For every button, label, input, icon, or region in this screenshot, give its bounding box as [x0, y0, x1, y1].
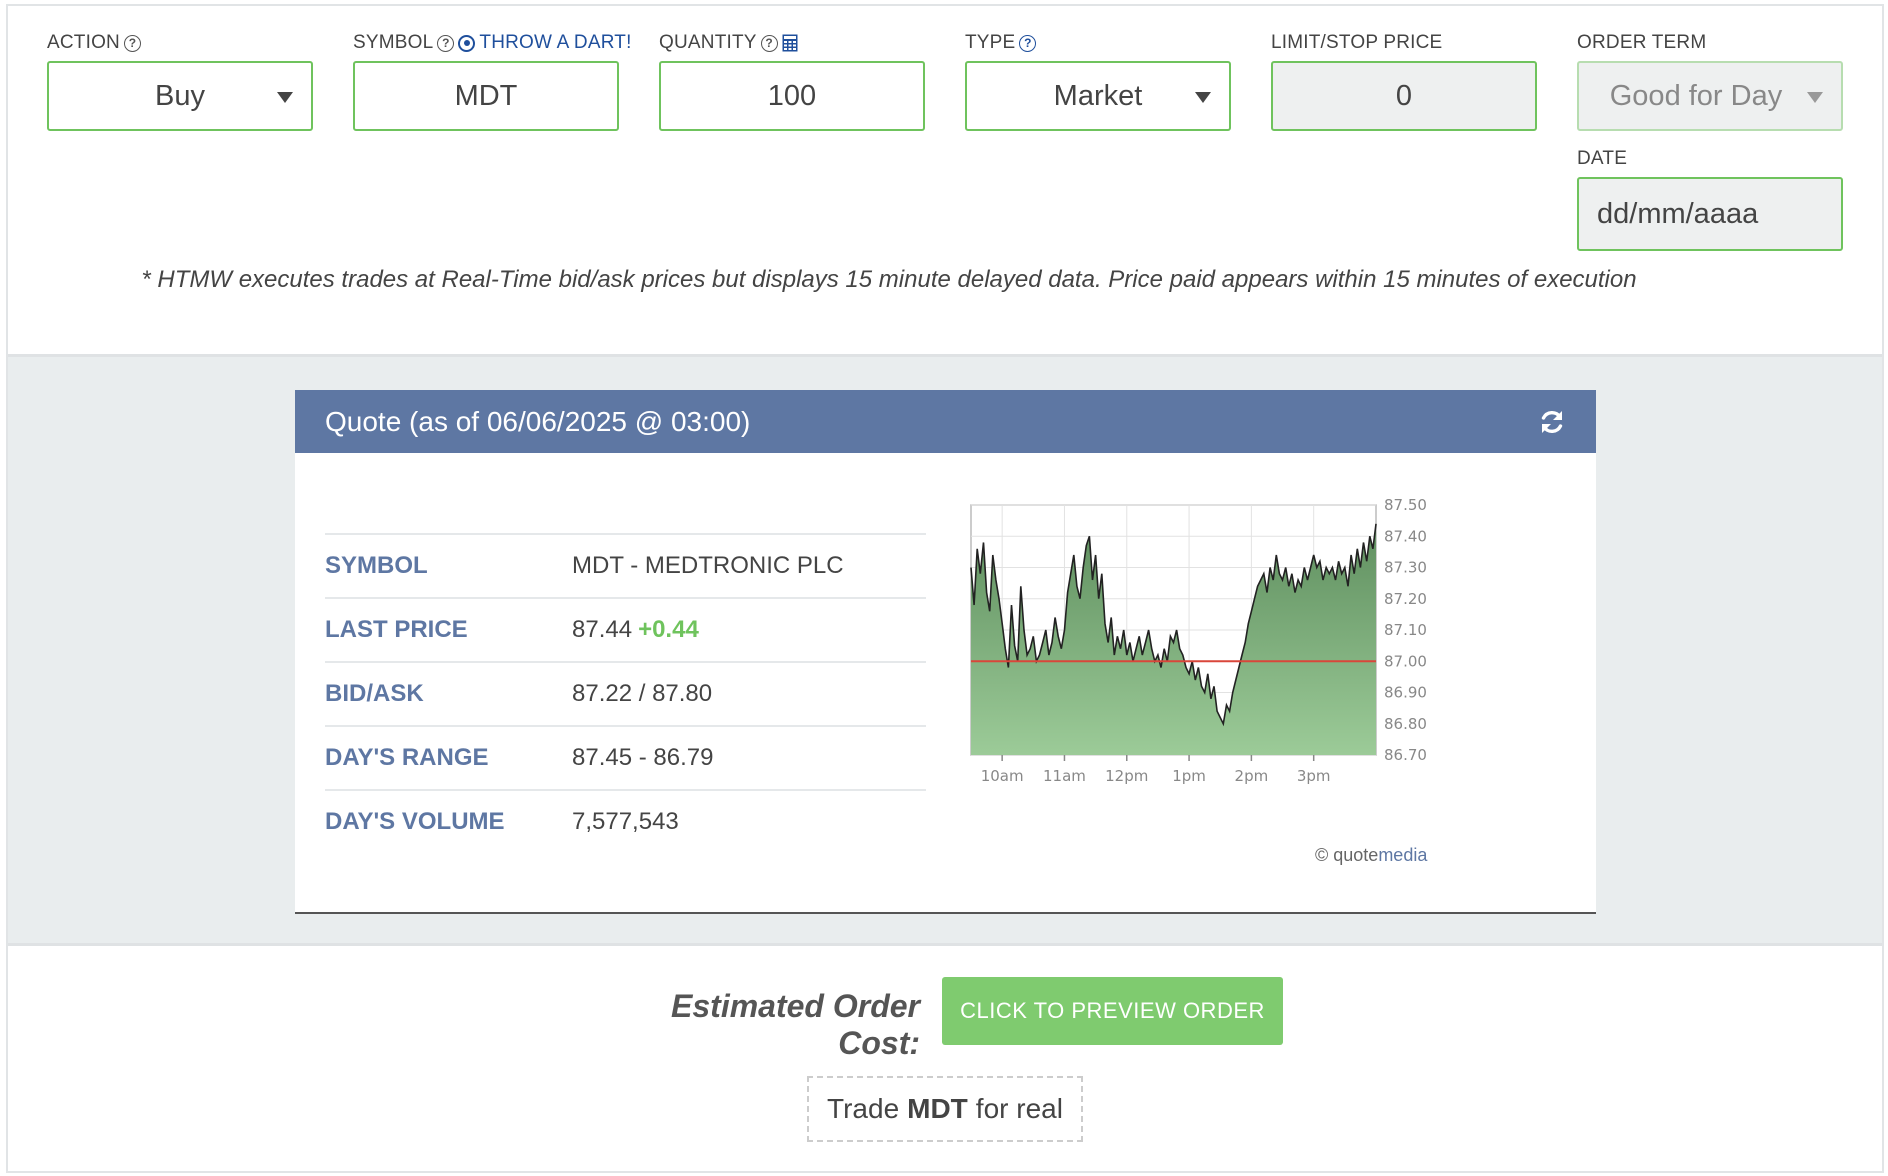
trade-for-real-link[interactable]: Trade MDT for real [807, 1076, 1083, 1142]
x-tick-label: 2pm [1235, 767, 1269, 785]
date-placeholder: dd/mm/aaaa [1597, 197, 1759, 230]
trade-suffix: for real [975, 1093, 1063, 1124]
symbol-field-label: SYMBOL ? THROW A DART! [353, 31, 632, 55]
action-label: ACTION [47, 32, 120, 53]
y-tick-label: 86.90 [1384, 684, 1427, 702]
order-term-value: Good for Day [1609, 79, 1783, 112]
quote-row-symbol: SYMBOL MDT - MEDTRONIC PLC [325, 533, 926, 597]
order-term-label: ORDER TERM [1577, 32, 1707, 53]
y-tick-label: 86.80 [1384, 715, 1427, 733]
quote-row-label: DAY'S RANGE [325, 744, 489, 771]
symbol-label: SYMBOL [353, 32, 434, 53]
y-tick-label: 87.50 [1384, 496, 1427, 514]
y-tick-label: 87.20 [1384, 590, 1427, 608]
estimated-order-cost-label: Estimated Order Cost: [671, 988, 920, 1061]
x-tick-label: 3pm [1297, 767, 1331, 785]
x-tick-label: 10am [981, 767, 1024, 785]
help-icon[interactable]: ? [123, 34, 141, 52]
type-field-label: TYPE ? [965, 31, 1037, 55]
limit-price-input[interactable]: 0 [1271, 61, 1537, 131]
chevron-down-icon [277, 92, 293, 103]
limit-value: 0 [1395, 79, 1413, 112]
quote-row-label: SYMBOL [325, 552, 428, 579]
chevron-down-icon [1195, 92, 1211, 103]
y-tick-label: 87.10 [1384, 621, 1427, 639]
help-icon[interactable]: ? [760, 34, 778, 52]
action-value: Buy [155, 79, 205, 112]
x-tick-label: 11am [1043, 767, 1086, 785]
x-tick-label: 1pm [1172, 767, 1206, 785]
action-select[interactable]: Buy [47, 61, 313, 131]
limit-field-label: LIMIT/STOP PRICE [1271, 31, 1442, 55]
trade-symbol: MDT [907, 1093, 968, 1124]
quote-row-last-price: LAST PRICE 87.44 +0.44 [325, 597, 926, 661]
chevron-down-icon [1807, 92, 1823, 103]
credit-prefix: © quote [1315, 845, 1379, 865]
quote-row-volume: DAY'S VOLUME 7,577,543 [325, 789, 926, 853]
throw-a-dart-link[interactable]: THROW A DART! [479, 32, 631, 54]
symbol-value: MDT [454, 79, 518, 112]
term-field-label: ORDER TERM [1577, 31, 1706, 55]
quote-panel: Quote (as of 06/06/2025 @ 03:00) SYMBOL … [295, 390, 1596, 914]
order-term-select[interactable]: Good for Day [1577, 61, 1843, 131]
y-tick-label: 87.40 [1384, 527, 1427, 545]
quote-row-value: 7,577,543 [572, 808, 679, 835]
y-tick-label: 87.30 [1384, 559, 1427, 577]
preview-order-button[interactable]: CLICK TO PREVIEW ORDER [942, 977, 1283, 1045]
trade-prefix: Trade [827, 1093, 900, 1124]
chart-svg: 87.50 87.40 87.30 87.20 87.10 87.00 86.90 86.80… [970, 496, 1427, 785]
quote-row-value: MDT - MEDTRONIC PLC [572, 552, 844, 579]
date-input[interactable]: dd/mm/aaaa [1577, 177, 1843, 251]
quote-row-label: LAST PRICE [325, 616, 468, 643]
limit-label: LIMIT/STOP PRICE [1271, 32, 1443, 53]
quote-row-value-wrap: 87.44 +0.44 [572, 616, 699, 644]
target-icon[interactable] [458, 34, 476, 52]
type-value: Market [1053, 79, 1143, 112]
type-label: TYPE [965, 32, 1016, 53]
date-label: DATE [1577, 148, 1628, 169]
quotemedia-credit: © quotemedia [1315, 845, 1427, 866]
symbol-input[interactable]: MDT [353, 61, 619, 131]
quantity-label: QUANTITY [659, 32, 757, 53]
y-tick-label: 87.00 [1384, 652, 1427, 670]
calculator-icon[interactable] [782, 34, 798, 52]
intraday-chart: 87.50 87.40 87.30 87.20 87.10 87.00 86.90 86.80… [970, 490, 1450, 890]
help-icon[interactable]: ? [1019, 34, 1037, 52]
refresh-icon[interactable] [1538, 408, 1566, 436]
disclaimer: * HTMW executes trades at Real-Time bid/… [0, 266, 1888, 294]
type-select[interactable]: Market [965, 61, 1231, 131]
quote-row-label: DAY'S VOLUME [325, 808, 505, 835]
quantity-input[interactable]: 100 [659, 61, 925, 131]
quote-row-bid-ask: BID/ASK 87.22 / 87.80 [325, 661, 926, 725]
quantity-value: 100 [767, 79, 817, 112]
quote-row-label: BID/ASK [325, 680, 424, 707]
y-tick-label: 86.70 [1384, 746, 1427, 764]
credit-suffix: media [1378, 845, 1428, 865]
quote-header-title: Quote (as of 06/06/2025 @ 03:00) [325, 405, 751, 437]
last-price-value: 87.44 [572, 616, 633, 643]
x-tick-label: 12pm [1105, 767, 1148, 785]
quote-row-value: 87.45 - 86.79 [572, 744, 714, 771]
quote-header: Quote (as of 06/06/2025 @ 03:00) [295, 390, 1596, 453]
price-change: +0.44 [638, 616, 699, 643]
help-icon[interactable]: ? [437, 34, 455, 52]
action-field-label: ACTION ? [47, 31, 141, 55]
quantity-field-label: QUANTITY ? [659, 31, 798, 55]
date-field-label: DATE [1577, 147, 1627, 171]
quote-table: SYMBOL MDT - MEDTRONIC PLC LAST PRICE 87… [325, 533, 926, 853]
disclaimer-text: * HTMW executes trades at Real-Time bid/… [141, 266, 1637, 293]
quote-row-value: 87.22 / 87.80 [572, 680, 713, 707]
quote-row-range: DAY'S RANGE 87.45 - 86.79 [325, 725, 926, 789]
